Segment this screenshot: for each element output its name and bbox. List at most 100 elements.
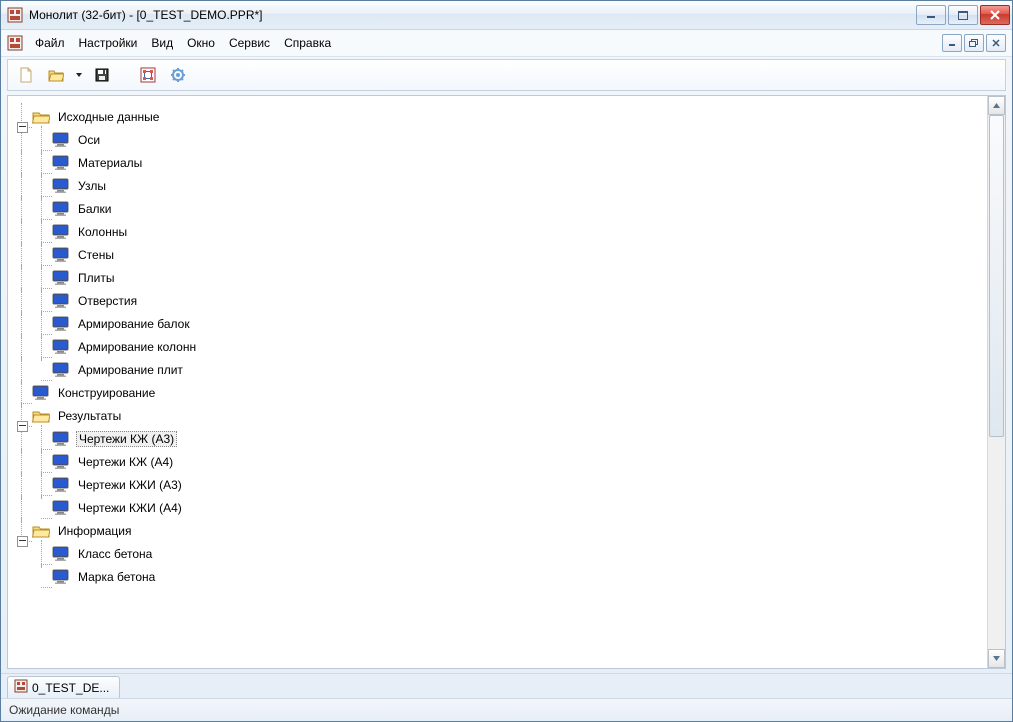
tree-item-label: Армирование плит (76, 363, 185, 377)
scroll-track[interactable] (988, 115, 1005, 649)
tree-item-0-1[interactable]: Материалы (12, 153, 983, 173)
menu-window[interactable]: Окно (181, 33, 221, 53)
open-file-button[interactable] (44, 63, 68, 87)
menu-service[interactable]: Сервис (223, 33, 276, 53)
menu-view[interactable]: Вид (145, 33, 179, 53)
tree-item-0-8[interactable]: Армирование балок (12, 314, 983, 334)
tree-item-2-0[interactable]: Чертежи КЖ (А3) (12, 429, 983, 449)
tree-item-0-6[interactable]: Плиты (12, 268, 983, 288)
tree-item-0-10[interactable]: Армирование плит (12, 360, 983, 380)
tree-item-3-0[interactable]: Класс бетона (12, 544, 983, 564)
minimize-button[interactable] (916, 5, 946, 25)
document-tab-label: 0_TEST_DE... (32, 681, 109, 695)
project-structure-button[interactable] (136, 63, 160, 87)
document-tab[interactable]: 0_TEST_DE... (7, 676, 120, 698)
collapse-icon[interactable] (17, 421, 28, 432)
tree-item-2-3[interactable]: Чертежи КЖИ (А4) (12, 498, 983, 518)
monitor-icon (52, 316, 70, 332)
tree-item-label: Узлы (76, 179, 108, 193)
scroll-thumb[interactable] (989, 115, 1004, 437)
statusbar: Ожидание команды (1, 698, 1012, 721)
monitor-icon (52, 293, 70, 309)
content-area: Исходные данные Оси Материалы Узлы Балки Коло… (7, 95, 1006, 669)
menu-settings[interactable]: Настройки (73, 33, 144, 53)
monitor-icon (52, 224, 70, 240)
scroll-up-button[interactable] (988, 96, 1005, 115)
tree-group-0[interactable]: Исходные данные (12, 107, 983, 127)
tree-group-1[interactable]: Конструирование (12, 383, 983, 403)
toolbar (7, 59, 1006, 91)
tree-item-label: Чертежи КЖИ (А3) (76, 478, 184, 492)
scroll-down-button[interactable] (988, 649, 1005, 668)
tree-item-label: Исходные данные (56, 110, 161, 124)
tree-item-label: Результаты (56, 409, 123, 423)
menubar: Файл Настройки Вид Окно Сервис Справка (1, 30, 1012, 57)
monitor-icon (32, 385, 50, 401)
tree-item-label: Оси (76, 133, 102, 147)
monitor-icon (52, 247, 70, 263)
document-tabs: 0_TEST_DE... (1, 673, 1012, 698)
save-file-button[interactable] (90, 63, 114, 87)
tree-item-label: Армирование колонн (76, 340, 198, 354)
monitor-icon (52, 431, 70, 447)
tree-item-label: Чертежи КЖ (А4) (76, 455, 175, 469)
open-dropdown-icon[interactable] (74, 71, 84, 79)
monitor-icon (52, 569, 70, 585)
tree-group-3[interactable]: Информация (12, 521, 983, 541)
new-file-button[interactable] (14, 63, 38, 87)
tree-item-label: Отверстия (76, 294, 139, 308)
status-text: Ожидание команды (9, 703, 119, 717)
monitor-icon (52, 362, 70, 378)
collapse-icon[interactable] (17, 122, 28, 133)
tree-item-label: Колонны (76, 225, 129, 239)
monitor-icon (52, 178, 70, 194)
tree-item-2-1[interactable]: Чертежи КЖ (А4) (12, 452, 983, 472)
tree-item-0-5[interactable]: Стены (12, 245, 983, 265)
mdi-minimize-button[interactable] (942, 34, 962, 52)
monitor-icon (52, 454, 70, 470)
menu-file[interactable]: Файл (29, 33, 71, 53)
window-buttons (914, 5, 1010, 25)
app-window: Монолит (32-бит) - [0_TEST_DEMO.PPR*] Фа… (0, 0, 1013, 722)
tree-item-label: Конструирование (56, 386, 157, 400)
tree-item-label: Чертежи КЖИ (А4) (76, 501, 184, 515)
monitor-icon (52, 155, 70, 171)
tree-item-0-3[interactable]: Балки (12, 199, 983, 219)
maximize-button[interactable] (948, 5, 978, 25)
document-tab-icon (14, 679, 28, 696)
tree-item-label: Класс бетона (76, 547, 154, 561)
mdi-restore-button[interactable] (964, 34, 984, 52)
close-button[interactable] (980, 5, 1010, 25)
tree-item-0-4[interactable]: Колонны (12, 222, 983, 242)
settings-button[interactable] (166, 63, 190, 87)
tree-item-label: Армирование балок (76, 317, 192, 331)
tree-item-0-7[interactable]: Отверстия (12, 291, 983, 311)
folder-icon (32, 408, 50, 424)
app-icon (7, 7, 23, 23)
tree-view[interactable]: Исходные данные Оси Материалы Узлы Балки Коло… (8, 96, 987, 668)
tree-item-label: Информация (56, 524, 133, 538)
tree-item-label: Стены (76, 248, 116, 262)
mdi-buttons (942, 34, 1006, 52)
monitor-icon (52, 477, 70, 493)
folder-icon (32, 523, 50, 539)
document-icon (7, 35, 23, 51)
tree-item-2-2[interactable]: Чертежи КЖИ (А3) (12, 475, 983, 495)
toolbar-container (1, 57, 1012, 95)
window-title: Монолит (32-бит) - [0_TEST_DEMO.PPR*] (29, 8, 914, 22)
collapse-icon[interactable] (17, 536, 28, 547)
titlebar: Монолит (32-бит) - [0_TEST_DEMO.PPR*] (1, 1, 1012, 30)
tree-item-label: Чертежи КЖ (А3) (76, 431, 177, 447)
mdi-close-button[interactable] (986, 34, 1006, 52)
menu-help[interactable]: Справка (278, 33, 337, 53)
tree-group-2[interactable]: Результаты (12, 406, 983, 426)
monitor-icon (52, 546, 70, 562)
tree-item-0-2[interactable]: Узлы (12, 176, 983, 196)
tree-item-3-1[interactable]: Марка бетона (12, 567, 983, 587)
vertical-scrollbar[interactable] (987, 96, 1005, 668)
tree-item-label: Балки (76, 202, 114, 216)
tree-item-0-9[interactable]: Армирование колонн (12, 337, 983, 357)
tree-item-label: Материалы (76, 156, 144, 170)
tree-item-0-0[interactable]: Оси (12, 130, 983, 150)
tree-item-label: Марка бетона (76, 570, 157, 584)
